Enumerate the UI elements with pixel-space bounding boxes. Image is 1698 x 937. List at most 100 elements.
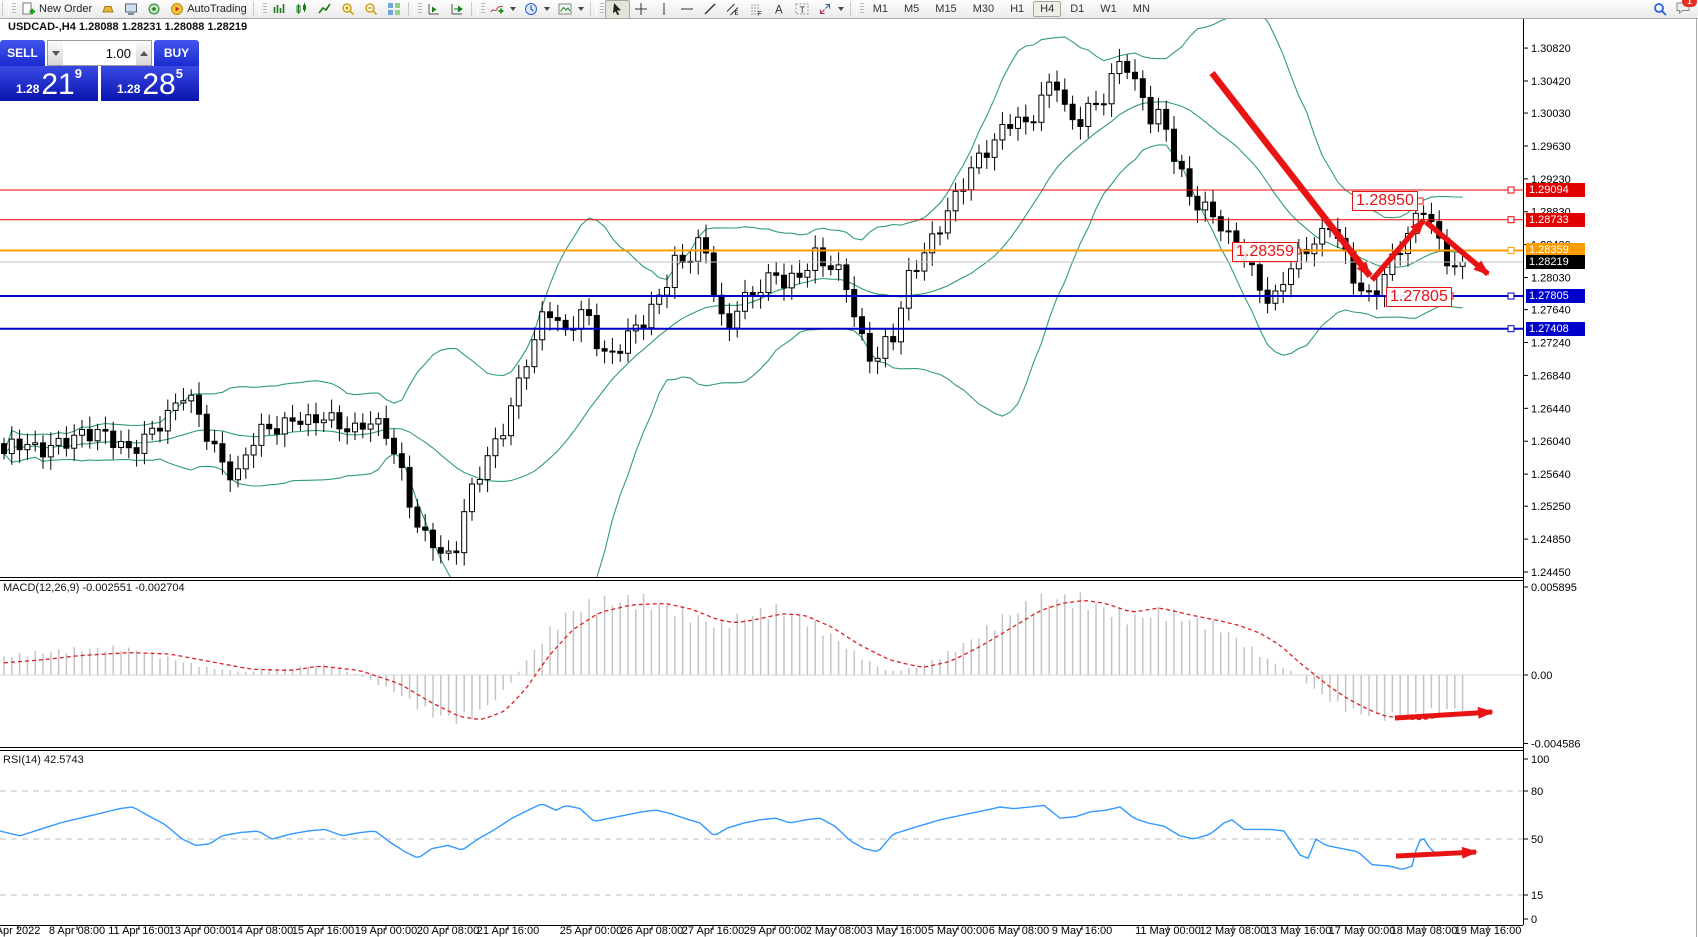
- candlestick[interactable]: [228, 462, 233, 480]
- candlestick[interactable]: [1062, 90, 1067, 104]
- candlestick[interactable]: [189, 395, 194, 401]
- candlestick[interactable]: [587, 310, 592, 316]
- candlestick[interactable]: [220, 444, 225, 462]
- vertical-line-button[interactable]: [653, 1, 676, 18]
- candlestick[interactable]: [1460, 262, 1465, 266]
- timeframe-h4-button[interactable]: H4: [1033, 1, 1061, 17]
- candlestick[interactable]: [938, 233, 943, 234]
- candlestick[interactable]: [555, 318, 560, 321]
- indicators-button[interactable]: [486, 1, 520, 18]
- candlestick[interactable]: [992, 140, 997, 157]
- periods-button[interactable]: [520, 1, 554, 18]
- candlestick[interactable]: [282, 418, 287, 434]
- candlestick[interactable]: [1094, 103, 1099, 104]
- text-label-button[interactable]: T: [791, 1, 814, 18]
- candlestick[interactable]: [111, 431, 116, 447]
- new-order-button[interactable]: New Order: [17, 1, 96, 18]
- candlestick[interactable]: [945, 211, 950, 233]
- candlestick[interactable]: [602, 349, 607, 351]
- candlestick[interactable]: [80, 430, 85, 436]
- autotrading-button[interactable]: AutoTrading: [165, 1, 251, 18]
- chevron-down-icon[interactable]: [838, 7, 844, 11]
- candlestick[interactable]: [1156, 109, 1161, 123]
- timeframe-m15-button[interactable]: M15: [928, 1, 963, 17]
- text-button[interactable]: A: [768, 1, 791, 18]
- candlestick[interactable]: [1109, 74, 1114, 104]
- level-handle[interactable]: [1508, 247, 1514, 253]
- level-handle[interactable]: [1508, 293, 1514, 299]
- candlestick[interactable]: [953, 191, 958, 211]
- volume-decrease-button[interactable]: [48, 41, 63, 65]
- price-annotation-box[interactable]: 1.27805: [1386, 287, 1452, 307]
- crosshair-button[interactable]: [630, 1, 653, 18]
- candlestick[interactable]: [259, 424, 264, 445]
- candlestick[interactable]: [735, 311, 740, 328]
- volume-increase-button[interactable]: [136, 41, 151, 65]
- candlestick[interactable]: [1070, 104, 1075, 119]
- candlestick[interactable]: [579, 310, 584, 329]
- candlestick[interactable]: [243, 455, 248, 469]
- candlestick[interactable]: [376, 419, 381, 424]
- candlestick[interactable]: [1172, 129, 1177, 161]
- candlestick[interactable]: [805, 270, 810, 277]
- candlestick[interactable]: [1312, 244, 1317, 254]
- zoom-in-button[interactable]: [337, 1, 360, 18]
- level-handle[interactable]: [1508, 326, 1514, 332]
- candlestick[interactable]: [501, 436, 506, 439]
- candlestick[interactable]: [392, 438, 397, 453]
- candlestick[interactable]: [1226, 231, 1231, 232]
- macd-panel[interactable]: [0, 592, 1523, 723]
- candlestick[interactable]: [852, 290, 857, 317]
- price-annotation-box[interactable]: 1.28359: [1232, 242, 1298, 262]
- candlestick[interactable]: [782, 275, 787, 288]
- candlestick[interactable]: [17, 439, 22, 450]
- candlestick[interactable]: [337, 413, 342, 429]
- candlestick-chart-button[interactable]: [291, 1, 314, 18]
- candlestick[interactable]: [1125, 61, 1130, 72]
- candlestick[interactable]: [1421, 213, 1426, 214]
- chevron-down-icon[interactable]: [544, 7, 550, 11]
- candlestick[interactable]: [345, 429, 350, 432]
- candlestick[interactable]: [594, 315, 599, 348]
- candlestick[interactable]: [329, 413, 334, 420]
- timeframe-m5-button[interactable]: M5: [897, 1, 926, 17]
- arrows-button[interactable]: [814, 1, 848, 18]
- candlestick[interactable]: [1320, 229, 1325, 245]
- candlestick[interactable]: [1273, 291, 1278, 303]
- toolbar-drag-handle[interactable]: [12, 3, 16, 15]
- search-icon[interactable]: [1652, 2, 1667, 17]
- candlestick[interactable]: [1429, 214, 1434, 221]
- bar-chart-button[interactable]: [268, 1, 291, 18]
- candlestick[interactable]: [431, 530, 436, 547]
- candlestick[interactable]: [87, 430, 92, 441]
- chart-area[interactable]: 1.308201.304201.300301.296301.292301.288…: [0, 0, 1698, 937]
- candlestick[interactable]: [797, 273, 802, 277]
- candlestick[interactable]: [1117, 61, 1122, 73]
- candlestick[interactable]: [1008, 125, 1013, 129]
- candlestick[interactable]: [48, 445, 53, 456]
- candlestick[interactable]: [883, 337, 888, 359]
- candlestick[interactable]: [485, 456, 490, 480]
- timeframe-h1-button[interactable]: H1: [1003, 1, 1031, 17]
- candlestick[interactable]: [236, 469, 241, 480]
- toolbar-drag-handle[interactable]: [600, 3, 604, 15]
- candlestick[interactable]: [766, 273, 771, 293]
- candlestick[interactable]: [532, 340, 537, 367]
- candlestick[interactable]: [626, 331, 631, 353]
- main-chart-panel[interactable]: [0, 12, 1523, 636]
- candlestick[interactable]: [727, 314, 732, 328]
- candlestick[interactable]: [446, 551, 451, 553]
- candlestick[interactable]: [25, 445, 30, 450]
- line-chart-button[interactable]: [314, 1, 337, 18]
- candlestick[interactable]: [860, 317, 865, 334]
- candlestick[interactable]: [142, 434, 147, 453]
- candlestick[interactable]: [9, 439, 14, 453]
- candlestick[interactable]: [1000, 125, 1005, 140]
- timeframe-w1-button[interactable]: W1: [1093, 1, 1124, 17]
- templates-button[interactable]: [554, 1, 588, 18]
- candlestick[interactable]: [665, 288, 670, 296]
- candlestick[interactable]: [493, 439, 498, 456]
- candlestick[interactable]: [134, 448, 139, 454]
- candlestick[interactable]: [158, 428, 163, 431]
- candlestick[interactable]: [828, 266, 833, 270]
